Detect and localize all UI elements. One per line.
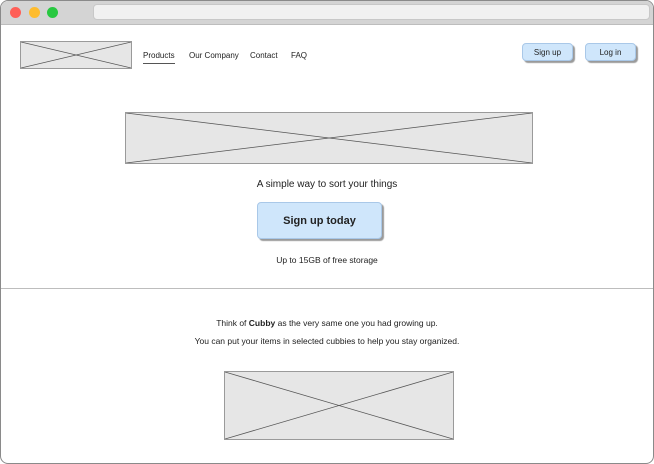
about-line-1-suffix: as the very same one you had growing up. (275, 318, 438, 328)
about-line-1: Think of Cubby as the very same one you … (1, 318, 653, 328)
hero-tagline: A simple way to sort your things (256, 179, 398, 190)
browser-window: Products Our Company Contact FAQ Sign up… (0, 0, 654, 464)
header-login-button[interactable]: Log in (585, 43, 636, 61)
brand-name: Cubby (248, 318, 276, 328)
maximize-window-icon[interactable] (47, 7, 58, 18)
header-signup-button[interactable]: Sign up (522, 43, 573, 61)
image-placeholder-icon (21, 42, 131, 68)
nav-item-our-company[interactable]: Our Company (189, 51, 239, 60)
image-placeholder-icon (126, 113, 532, 163)
nav-item-products[interactable]: Products (143, 51, 175, 64)
about-line-1-prefix: Think of (216, 318, 249, 328)
address-bar[interactable] (93, 4, 650, 20)
image-placeholder-icon (225, 372, 453, 439)
about-line-2: You can put your items in selected cubbi… (194, 336, 460, 346)
nav-item-faq[interactable]: FAQ (291, 51, 307, 60)
minimize-window-icon[interactable] (29, 7, 40, 18)
close-window-icon[interactable] (10, 7, 21, 18)
section-divider (1, 288, 653, 289)
logo-image-placeholder[interactable] (20, 41, 132, 69)
storage-note: Up to 15GB of free storage (276, 255, 378, 265)
hero-image-placeholder (125, 112, 533, 164)
title-bar (1, 1, 653, 25)
nav-item-contact[interactable]: Contact (250, 51, 278, 60)
about-image-placeholder (224, 371, 454, 440)
signup-today-button[interactable]: Sign up today (257, 202, 382, 239)
